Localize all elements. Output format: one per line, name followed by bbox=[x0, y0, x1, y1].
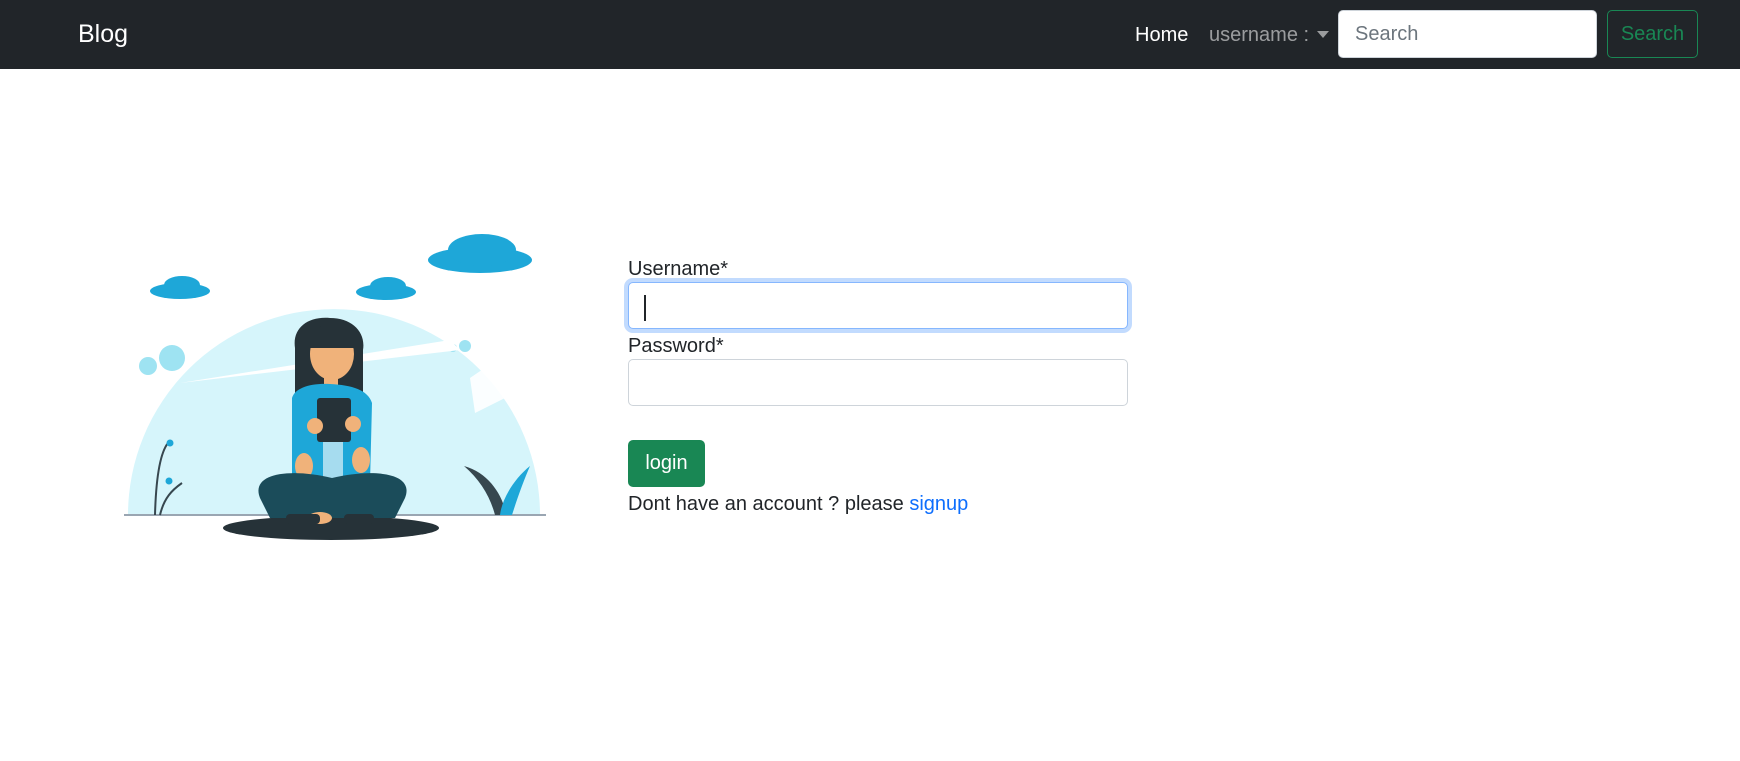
text-cursor bbox=[644, 295, 646, 321]
search-button[interactable]: Search bbox=[1607, 10, 1698, 58]
username-label: Username* bbox=[628, 258, 729, 280]
user-dropdown-toggle[interactable]: username : bbox=[1209, 22, 1330, 48]
nav-home-link[interactable]: Home bbox=[1135, 22, 1188, 48]
brand-link[interactable]: Blog bbox=[78, 17, 128, 51]
password-input[interactable] bbox=[628, 359, 1128, 406]
cloud-icon bbox=[150, 234, 532, 300]
login-form: Username* Password* bbox=[628, 256, 1130, 406]
login-illustration bbox=[124, 234, 546, 540]
caret-down-icon bbox=[1317, 31, 1330, 38]
login-button[interactable]: login bbox=[628, 440, 705, 487]
signup-prompt-text: Dont have an account ? please bbox=[628, 493, 904, 515]
search-input[interactable] bbox=[1338, 10, 1597, 58]
signup-link[interactable]: signup bbox=[909, 493, 968, 515]
signup-prompt: Dont have an account ? please signup bbox=[628, 491, 968, 517]
user-dropdown-label: username : bbox=[1209, 24, 1310, 46]
username-input[interactable] bbox=[628, 282, 1128, 329]
password-label: Password* bbox=[628, 335, 724, 357]
navbar: Blog Home username : Search bbox=[0, 0, 1740, 69]
